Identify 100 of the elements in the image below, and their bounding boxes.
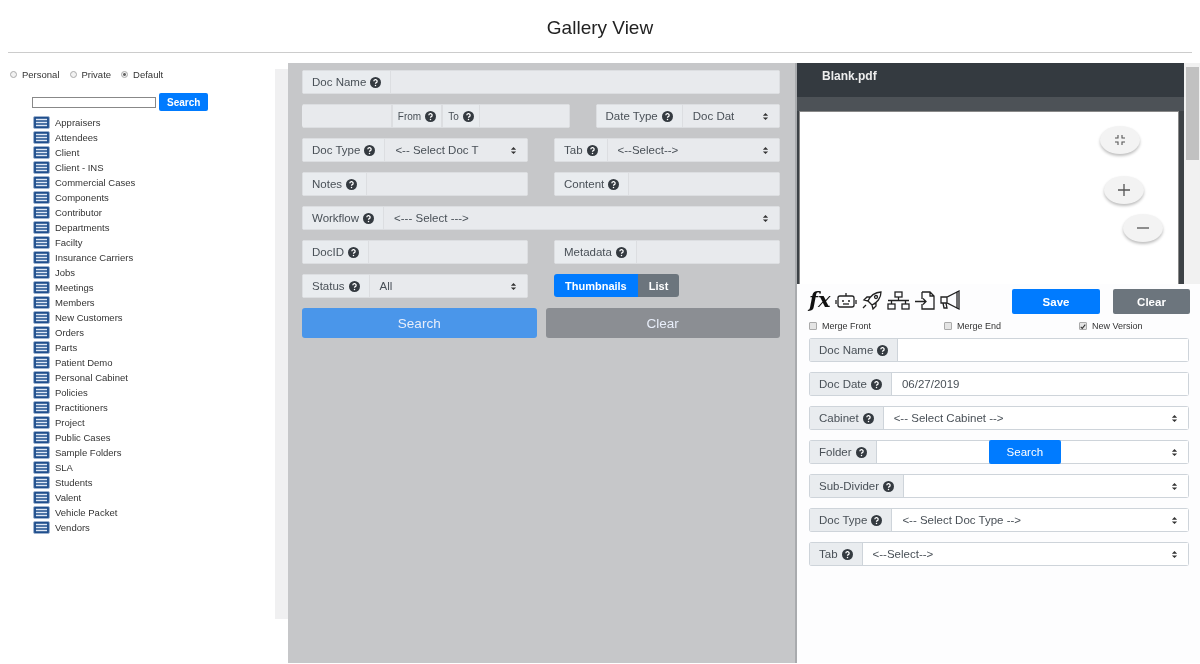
label-text: Doc Date	[819, 378, 867, 390]
file-title: Blank.pdf	[797, 63, 1184, 97]
page-title: Gallery View	[546, 16, 654, 39]
help-icon	[870, 378, 882, 390]
cabinet-item[interactable]: Vehicle Packet	[33, 505, 275, 520]
fit-button[interactable]	[1100, 126, 1140, 154]
help-icon	[661, 110, 673, 122]
select-arrows-icon	[510, 145, 517, 155]
function-icon[interactable]: fx	[809, 289, 831, 311]
text-field[interactable]	[629, 172, 780, 196]
cabinet-item[interactable]: Jobs	[33, 265, 275, 280]
text-field[interactable]	[636, 240, 780, 264]
cabinet-item[interactable]: Client	[33, 145, 275, 160]
cabinet-item[interactable]: Students	[33, 475, 275, 490]
cabinet-item[interactable]: New Customers	[33, 310, 275, 325]
select-arrows-icon	[1171, 549, 1178, 559]
cabinet-item[interactable]: Orders	[33, 325, 275, 340]
view-toggle[interactable]: List	[637, 274, 680, 297]
cabinet-icon	[33, 386, 50, 399]
cabinet-icon	[33, 146, 50, 159]
select-field[interactable]: Search	[876, 440, 1189, 464]
date-field[interactable]	[302, 104, 392, 128]
label-text: Metadata	[564, 246, 612, 258]
select-field[interactable]	[904, 474, 1189, 498]
select-arrows-icon	[762, 213, 769, 223]
cabinet-item[interactable]: Appraisers	[33, 115, 275, 130]
cabinet-icon	[33, 131, 50, 144]
select-field[interactable]: Doc Dat	[682, 104, 780, 128]
label-text: To	[448, 110, 459, 122]
sitemap-icon	[886, 290, 910, 310]
select-field[interactable]: <--Select-->	[862, 542, 1189, 566]
search-button[interactable]: Search	[159, 93, 209, 111]
cabinet-item[interactable]: Policies	[33, 385, 275, 400]
cabinet-item[interactable]: Parts	[33, 340, 275, 355]
cabinet-item[interactable]: Facilty	[33, 235, 275, 250]
cabinet-icon	[33, 506, 50, 519]
cabinet-item[interactable]: Personal Cabinet	[33, 370, 275, 385]
cabinet-item[interactable]: Project	[33, 415, 275, 430]
search-button[interactable]: Search	[988, 440, 1062, 464]
cabinet-item[interactable]: Components	[33, 190, 275, 205]
cabinet-item[interactable]: Insurance Carriers	[33, 250, 275, 265]
select-field[interactable]: <--- Select --->	[384, 206, 780, 230]
scrollbar[interactable]	[1184, 63, 1200, 284]
checkbox[interactable]	[809, 322, 817, 330]
cabinet-icon	[33, 326, 50, 339]
date-field[interactable]	[479, 104, 570, 128]
select-field[interactable]: <-- Select Doc Type -->	[892, 508, 1189, 532]
cabinet-item[interactable]: Sample Folders	[33, 445, 275, 460]
select-field[interactable]: <-- Select Cabinet -->	[883, 406, 1189, 430]
clear-button[interactable]: Clear	[1113, 289, 1190, 314]
cabinet-icon	[33, 371, 50, 384]
text-field[interactable]	[368, 240, 528, 264]
help-icon	[346, 178, 358, 190]
cabinet-icon	[33, 176, 50, 189]
search-field[interactable]	[32, 96, 156, 108]
cabinet-item[interactable]: Valent	[33, 490, 275, 505]
rocket-icon	[860, 290, 883, 310]
select-arrows-icon	[1171, 413, 1178, 423]
help-icon	[883, 480, 895, 492]
save-button[interactable]: Save	[1012, 289, 1100, 314]
zoom-out-button[interactable]	[1123, 214, 1163, 242]
cabinet-icon	[33, 266, 50, 279]
select-field[interactable]: <--Select-->	[607, 138, 780, 162]
cabinet-item[interactable]: Practitioners	[33, 400, 275, 415]
select-value: <--Select-->	[617, 144, 679, 156]
cabinet-icon	[33, 341, 50, 354]
cabinet-icon	[33, 416, 50, 429]
cabinet-icon	[33, 356, 50, 369]
radio-button[interactable]	[121, 71, 129, 78]
text-field[interactable]	[391, 70, 780, 94]
cabinet-item[interactable]: Members	[33, 295, 275, 310]
cabinet-item[interactable]: Patient Demo	[33, 355, 275, 370]
help-icon	[841, 548, 853, 560]
view-toggle[interactable]: Thumbnails	[554, 274, 638, 297]
cabinet-icon	[33, 206, 50, 219]
checkbox[interactable]	[944, 322, 952, 330]
cabinet-icon	[33, 521, 50, 534]
checkbox[interactable]	[1079, 322, 1087, 330]
cabinet-item[interactable]: Commercial Cases	[33, 175, 275, 190]
cabinet-item[interactable]: SLA	[33, 460, 275, 475]
text-field[interactable]	[367, 172, 528, 196]
radio-label: Private	[81, 69, 112, 80]
zoom-in-button[interactable]	[1104, 176, 1144, 204]
cabinet-item[interactable]: Attendees	[33, 130, 275, 145]
select-value: <-- Select Doc T	[395, 144, 479, 156]
cabinet-item[interactable]: Meetings	[33, 280, 275, 295]
select-field[interactable]: All	[369, 274, 528, 298]
radio-button[interactable]	[69, 71, 77, 78]
cabinet-item[interactable]: Public Cases	[33, 430, 275, 445]
cabinet-icon	[33, 191, 50, 204]
select-field[interactable]: <-- Select Doc T	[385, 138, 528, 162]
text-field[interactable]	[898, 338, 1189, 362]
cabinet-item[interactable]: Departments	[33, 220, 275, 235]
text-field[interactable]: 06/27/2019	[891, 372, 1189, 396]
cabinet-item[interactable]: Contributor	[33, 205, 275, 220]
select-arrows-icon	[510, 281, 517, 291]
robot-icon	[834, 291, 857, 309]
cabinet-item[interactable]: Vendors	[33, 520, 275, 535]
radio-button[interactable]	[10, 71, 17, 78]
cabinet-item[interactable]: Client - INS	[33, 160, 275, 175]
